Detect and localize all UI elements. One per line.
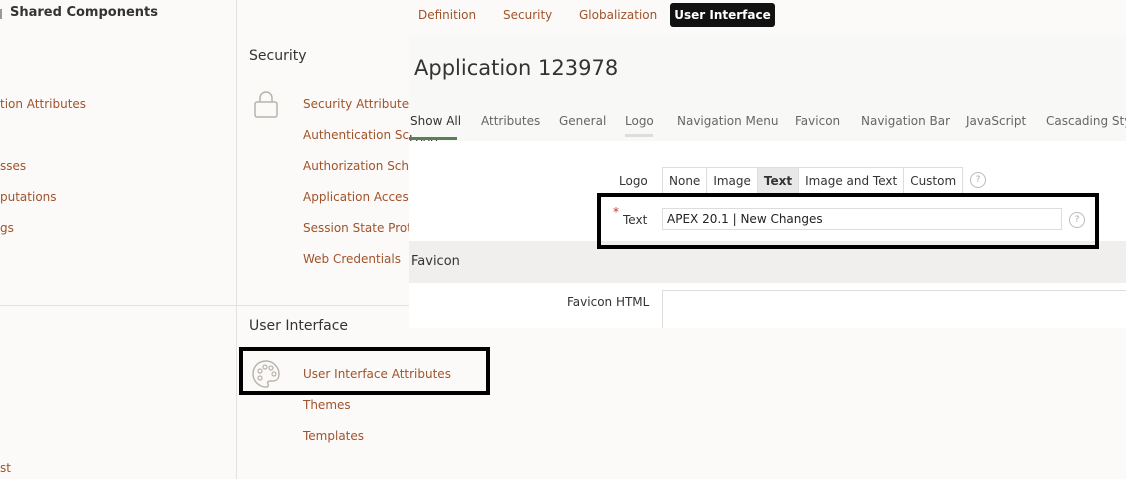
tab-favicon[interactable]: Favicon [795,114,840,128]
templates-link[interactable]: Templates [303,429,364,443]
tab-attributes[interactable]: Attributes [481,114,540,128]
logo-option-image[interactable]: Image [707,168,758,193]
tab-logo[interactable]: Logo [625,114,654,128]
security-section-title: Security [249,48,307,64]
left-column [0,0,237,479]
authentication-schemes-link[interactable]: Authentication Sch [303,128,417,142]
left-item-list[interactable]: st [0,461,11,475]
session-state-protection-link[interactable]: Session State Prote [303,221,419,235]
themes-link[interactable]: Themes [303,398,351,412]
middle-divider [236,305,409,306]
authorization-schemes-link[interactable]: Authorization Sche [303,159,416,173]
application-title: Application 123978 [414,56,619,80]
left-divider [0,305,236,306]
favicon-html-textarea[interactable] [662,290,1126,328]
logo-option-text[interactable]: Text [757,168,800,193]
active-tab-underline [409,137,457,140]
tab-globalization[interactable]: Globalization [579,8,657,22]
text-field-highlight [597,193,1099,249]
tab-cascading-style-sheets[interactable]: Cascading Style [1046,114,1126,128]
application-access-link[interactable]: Application Access [303,190,415,204]
left-item-settings[interactable]: gs [0,221,14,235]
logo-option-image-and-text[interactable]: Image and Text [799,168,905,193]
application-attributes-panel: Application 123978 Logo Show All Attribu… [409,36,1126,328]
tab-javascript[interactable]: JavaScript [966,114,1026,128]
user-interface-section-title: User Interface [249,318,349,334]
tab-user-interface[interactable]: User Interface [670,3,775,27]
left-item-computations[interactable]: putations [0,190,57,204]
logo-option-none[interactable]: None [663,168,708,193]
breadcrumb-marker [0,9,6,19]
user-interface-attributes-highlight [239,347,490,395]
logo-help-icon[interactable]: ? [970,172,986,188]
lock-icon [252,89,280,119]
favicon-section-title: Favicon [411,254,460,269]
security-attributes-link[interactable]: Security Attributes [303,97,415,111]
left-item-classes[interactable]: sses [0,159,26,173]
tab-navigation-bar[interactable]: Navigation Bar [861,114,950,128]
logo-option-custom[interactable]: Custom [904,168,962,193]
tab-logo-hover-bar [625,134,653,137]
tab-security[interactable]: Security [503,8,552,22]
favicon-html-label: Favicon HTML [567,295,650,309]
tab-definition[interactable]: Definition [418,8,476,22]
logo-type-selector: None Image Text Image and Text Custom [662,167,964,194]
tab-show-all[interactable]: Show All [410,114,461,128]
logo-field-label: Logo [619,174,648,188]
left-item-application-attributes[interactable]: tion Attributes [0,97,86,111]
tab-general[interactable]: General [559,114,606,128]
shared-components-title: Shared Components [10,5,158,20]
web-credentials-link[interactable]: Web Credentials [303,252,401,266]
tab-navigation-menu[interactable]: Navigation Menu [677,114,778,128]
